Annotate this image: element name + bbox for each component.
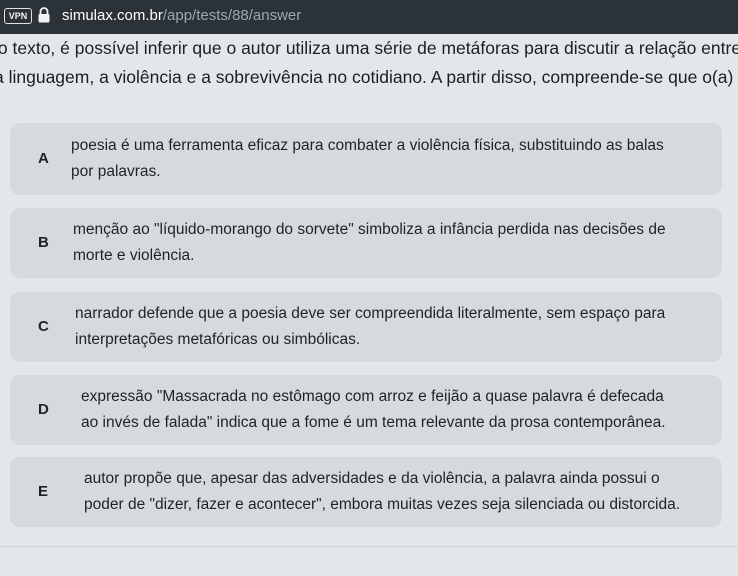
option-text-line: ao invés de falada" indica que a fome é …	[81, 414, 666, 431]
lock-icon	[37, 7, 51, 23]
option-d[interactable]: D expressão "Massacrada no estômago com …	[10, 375, 722, 445]
stem-line: lo texto, é possível inferir que o autor…	[0, 38, 738, 58]
option-letter: E	[38, 483, 49, 500]
url-path: /app/tests/88/answer	[162, 7, 302, 24]
option-text: poesia é uma ferramenta eficaz para comb…	[71, 133, 664, 185]
stem-line: a linguagem, a violência e a sobrevivênc…	[0, 67, 734, 87]
option-text-line: expressão "Massacrada no estômago com ar…	[81, 388, 664, 405]
option-b[interactable]: B menção ao "líquido-morango do sorvete"…	[10, 208, 722, 278]
option-text-line: poder de "dizer, fazer e acontecer", emb…	[84, 496, 681, 513]
option-letter: B	[38, 234, 49, 251]
option-letter: A	[38, 150, 49, 167]
vpn-badge[interactable]: VPN	[4, 8, 32, 24]
option-text: expressão "Massacrada no estômago com ar…	[81, 384, 666, 436]
browser-url-bar[interactable]: VPN simulax.com.br/app/tests/88/answer	[0, 0, 738, 34]
option-letter: D	[38, 401, 49, 418]
option-text-line: morte e violência.	[73, 247, 195, 264]
url-address[interactable]: simulax.com.br/app/tests/88/answer	[62, 6, 301, 26]
option-text-line: poesia é uma ferramenta eficaz para comb…	[71, 137, 664, 154]
option-text: narrador defende que a poesia deve ser c…	[75, 301, 665, 353]
option-c[interactable]: C narrador defende que a poesia deve ser…	[10, 292, 722, 362]
option-text-line: interpretações metafóricas ou simbólicas…	[75, 331, 361, 348]
option-text-line: por palavras.	[71, 163, 161, 180]
divider	[0, 546, 738, 547]
option-a[interactable]: A poesia é uma ferramenta eficaz para co…	[10, 123, 722, 195]
question-stem: lo texto, é possível inferir que o autor…	[0, 34, 738, 92]
option-text: menção ao "líquido-morango do sorvete" s…	[73, 217, 666, 269]
option-text-line: narrador defende que a poesia deve ser c…	[75, 305, 666, 322]
url-host: simulax.com.br	[62, 7, 163, 24]
option-text-line: autor propõe que, apesar das adversidade…	[84, 470, 660, 487]
option-letter: C	[38, 318, 49, 335]
option-e[interactable]: E autor propõe que, apesar das adversida…	[10, 457, 722, 527]
option-text-line: menção ao "líquido-morango do sorvete" s…	[73, 221, 666, 238]
option-text: autor propõe que, apesar das adversidade…	[84, 466, 680, 518]
